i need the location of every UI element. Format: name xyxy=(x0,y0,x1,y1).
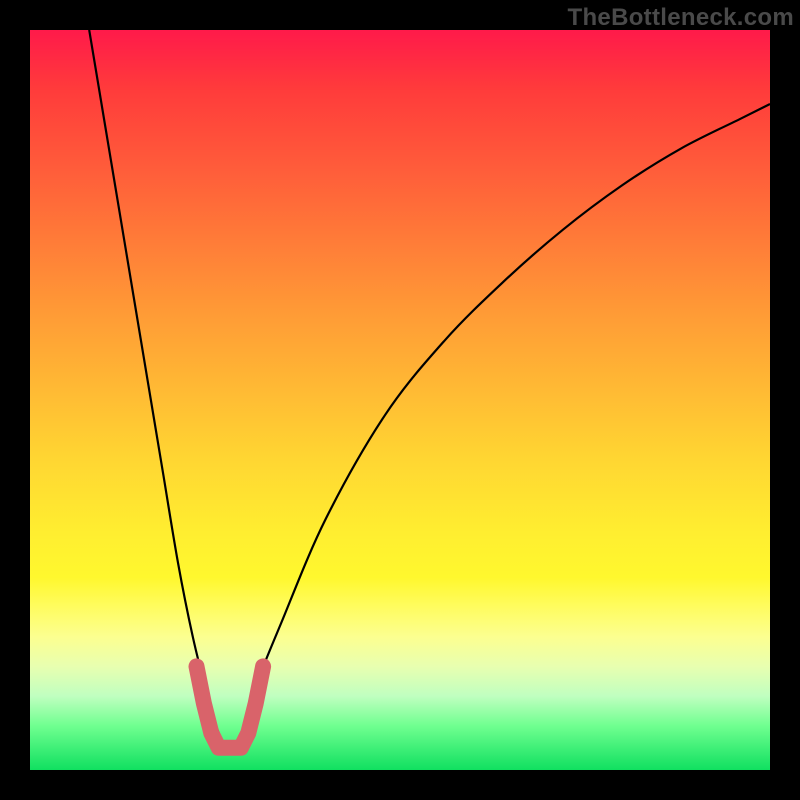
optimal-range-marker xyxy=(197,666,264,747)
chart-svg xyxy=(30,30,770,770)
attribution-label: TheBottleneck.com xyxy=(568,4,794,32)
bottleneck-curve xyxy=(89,30,770,748)
